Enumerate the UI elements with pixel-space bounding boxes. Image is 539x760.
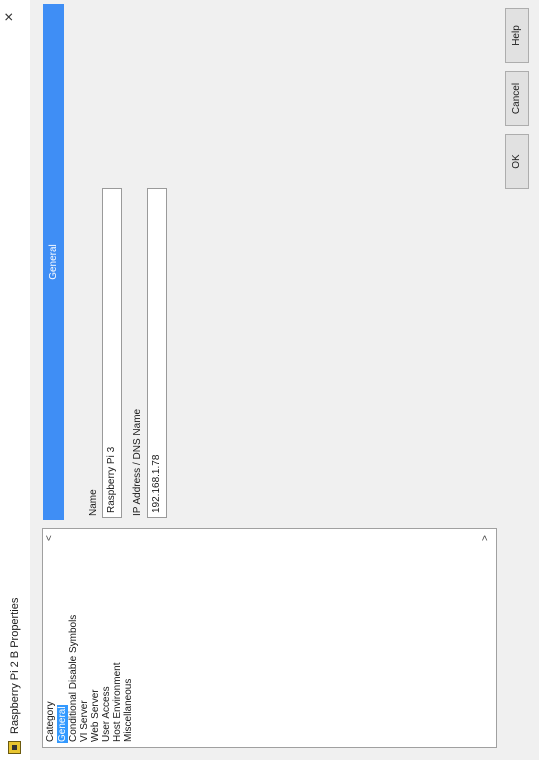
properties-dialog: Raspberry Pi 2 B Properties × Category G…	[0, 0, 539, 760]
title-bar: Raspberry Pi 2 B Properties ×	[0, 0, 30, 760]
close-button[interactable]: ×	[0, 0, 22, 34]
scroll-left-icon[interactable]: <	[44, 535, 55, 541]
ip-address-input[interactable]: 192.168.1.78	[147, 188, 167, 518]
cancel-button[interactable]: Cancel	[505, 71, 529, 126]
ok-button[interactable]: OK	[505, 134, 529, 189]
scroll-right-icon[interactable]: >	[480, 535, 491, 541]
category-item-miscellaneous[interactable]: Miscellaneous	[123, 614, 134, 743]
category-header: Category	[45, 701, 56, 742]
ip-address-label: IP Address / DNS Name	[132, 408, 143, 516]
name-label: Name	[88, 489, 99, 516]
name-input[interactable]: Raspberry Pi 3	[102, 188, 122, 518]
section-header-general: General	[43, 4, 64, 520]
category-item-host-environment[interactable]: Host Environment	[112, 614, 123, 743]
category-item-vi-server[interactable]: VI Server	[79, 614, 90, 743]
category-list: Category General Conditional Disable Sym…	[45, 614, 134, 743]
category-list-panel[interactable]: Category General Conditional Disable Sym…	[42, 528, 497, 748]
help-button[interactable]: Help	[505, 8, 529, 63]
category-item-conditional-disable-symbols[interactable]: Conditional Disable Symbols	[68, 614, 79, 743]
category-item-user-access[interactable]: User Access	[101, 614, 112, 743]
category-item-web-server[interactable]: Web Server	[90, 614, 101, 743]
app-icon	[8, 741, 21, 754]
window-title: Raspberry Pi 2 B Properties	[9, 597, 21, 734]
category-item-general[interactable]: General	[57, 705, 68, 743]
